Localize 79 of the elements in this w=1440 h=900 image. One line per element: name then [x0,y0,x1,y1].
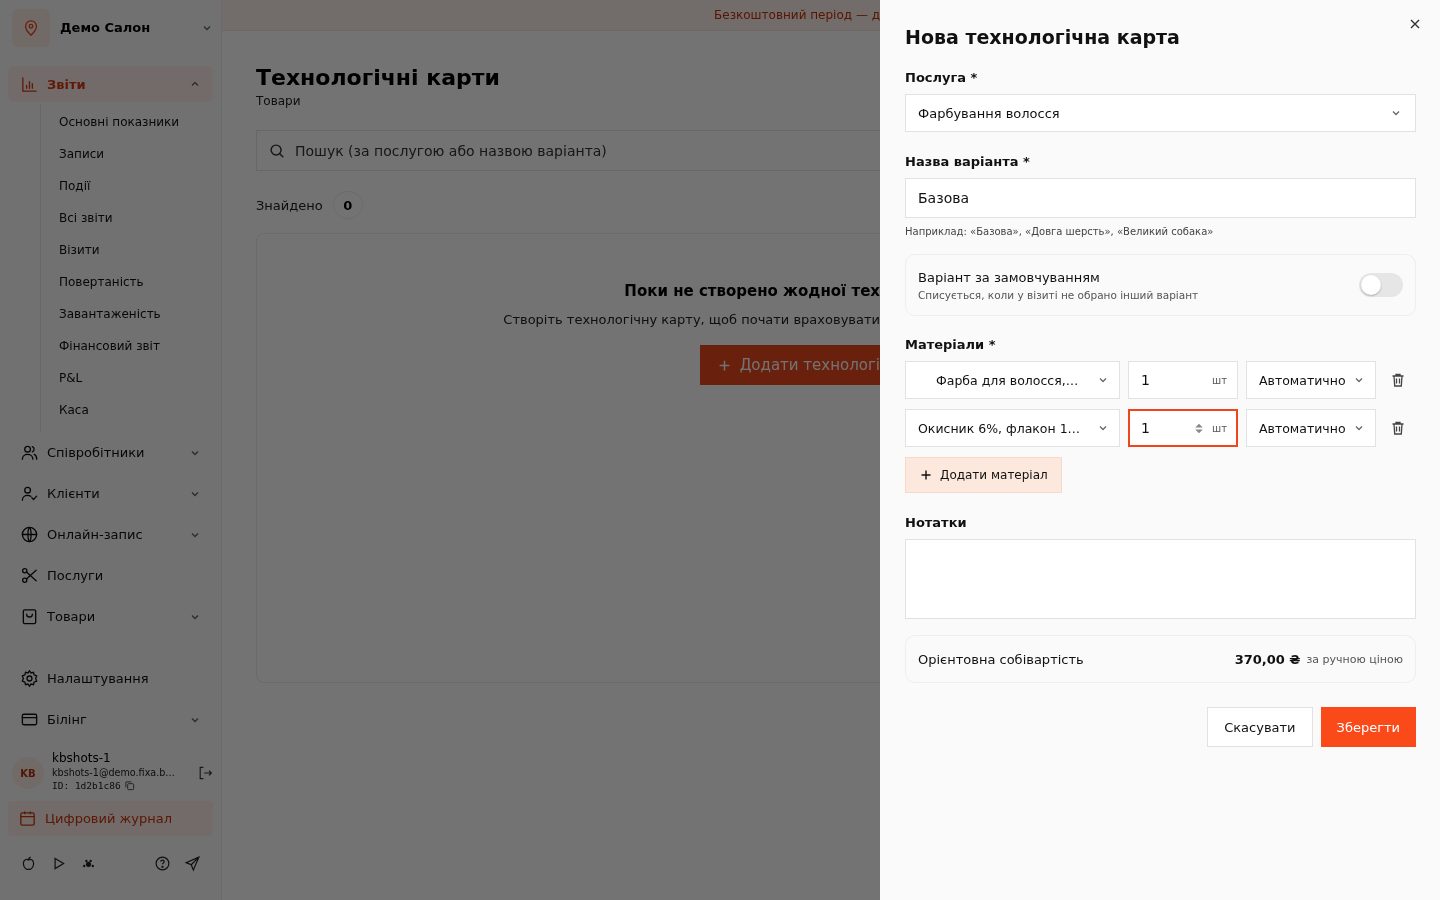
search-field[interactable]: Пошук (за послугою або назвою варіанта) [256,130,880,171]
calendar-icon [18,809,37,828]
variant-name-field[interactable]: Базова [905,178,1416,218]
nav-subitem[interactable]: Завантаженість [41,298,213,330]
toggle-switch[interactable] [1359,273,1403,297]
empty-state-text: Створіть технологічну карту, щоб почати враховувати [503,312,880,327]
nav-subitem[interactable]: Фінансовий звіт [41,330,213,362]
nav-item[interactable]: Звіти [8,66,213,102]
notes-field[interactable] [905,539,1416,619]
nav-item[interactable]: Послуги [8,555,213,596]
cost-label: Орієнтовна собівартість [918,651,1085,667]
drawer-title: Нова технологічна карта [905,26,1181,48]
quantity-field[interactable]: 1 шт [1128,409,1238,447]
nav-subitem[interactable]: Каса [41,394,213,426]
trash-icon[interactable] [1390,372,1406,388]
nav-subitem[interactable]: Візити [41,234,213,266]
user-avatar: KB [12,757,44,789]
bar-chart-icon [20,74,39,94]
salon-switcher[interactable]: Демо Салон [8,0,213,55]
send-icon[interactable] [184,855,201,872]
nav-subitem[interactable]: Всі звіти [41,202,213,234]
empty-state-title: Поки не створено жодної тех [624,282,880,300]
bag-icon [20,607,39,626]
field-label: Назва варіанта * [905,154,1031,169]
material-select[interactable]: Фарба для волосся,… [905,361,1120,399]
nav-item[interactable]: Співробітники [8,432,213,473]
found-label: Знайдено [256,197,323,213]
user-check-icon [20,484,39,503]
nav-subitem[interactable]: Повертаність [41,266,213,298]
unit-label: шт [1212,374,1227,386]
write-off-mode-select[interactable]: Автоматично [1246,361,1376,399]
nav-subitem[interactable]: P&L [41,362,213,394]
scissors-icon [20,566,39,585]
cancel-button[interactable]: Скасувати [1207,707,1313,747]
settings-icon [20,669,39,688]
nav-item[interactable]: Налаштування [8,658,213,699]
nav-subitem[interactable]: Записи [41,138,213,170]
field-label: Нотатки [905,515,968,530]
add-material-button[interactable]: Додати матеріал [905,457,1062,493]
page-title: Технологічні карти [256,65,501,90]
nav-item[interactable]: Білінг [8,699,213,740]
page-subtitle: Товари [256,94,302,108]
cost-note: за ручною ціною [1306,652,1403,666]
nav-item[interactable]: Онлайн-запис [8,514,213,555]
close-icon[interactable] [1409,18,1421,30]
field-hint: Наприклад: «Базова», «Довга шерсть», «Великий собака» [905,226,1215,237]
journal-button[interactable]: Цифровий журнал [8,801,213,836]
cost-value: 370,00 ₴ [1234,651,1301,667]
trial-notice: Безкоштовний період — д [714,8,880,22]
nav-subitem[interactable]: Події [41,170,213,202]
default-variant-title: Варіант за замовчуванням [918,269,1101,285]
help-icon[interactable] [154,855,171,872]
default-variant-description: Списується, коли у візиті не обрано інший варіант [918,288,1199,301]
field-label: Послуга * [905,70,979,85]
service-select[interactable]: Фарбування волосся [905,94,1416,132]
location-pin-icon [22,18,40,37]
quantity-field[interactable]: 1 шт [1128,361,1238,399]
write-off-mode-select[interactable]: Автоматично [1246,409,1376,447]
apple-icon[interactable] [20,855,37,872]
unit-label: шт [1212,422,1227,434]
user-name: kbshots-1 [52,751,111,765]
search-icon [268,142,286,160]
globe-icon [20,525,39,544]
user-id: ID: 1d2b1c86 [52,780,121,791]
plus-icon [717,358,731,372]
trash-icon[interactable] [1390,420,1406,436]
spinner-arrows-icon[interactable] [1194,421,1204,435]
save-button[interactable]: Зберегти [1320,707,1416,747]
field-label: Матеріали * [905,337,997,352]
users-icon [20,443,39,462]
add-card-button[interactable]: Додати технологі [699,345,880,385]
user-email: kbshots-1@demo.fixa.b… [52,767,175,778]
material-select[interactable]: Окисник 6%, флакон 1… [905,409,1120,447]
logout-icon[interactable] [197,765,213,781]
copy-icon[interactable] [123,780,135,791]
nav-item[interactable]: Клієнти [8,473,213,514]
nav-subitem[interactable]: Основні показники [41,106,213,138]
nav-item[interactable]: Товари [8,596,213,637]
plus-icon [920,469,932,481]
